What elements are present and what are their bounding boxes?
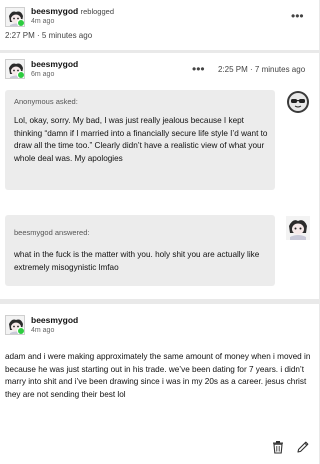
reblogged-label: reblogged <box>80 7 114 16</box>
pencil-icon[interactable] <box>296 440 310 454</box>
reply-relative-time: 4m ago <box>31 327 55 334</box>
reblog-relative-time: 4m ago <box>31 18 55 25</box>
asker-name: Anonymous <box>14 97 54 106</box>
ask-bubble: Anonymous asked: Lol, okay, sorry. My ba… <box>5 90 275 190</box>
post-timestamp[interactable]: 2:25 PM · 7 minutes ago <box>218 65 305 74</box>
anonymous-sunglasses-icon <box>286 90 310 114</box>
reply-username[interactable]: beesmygod <box>31 315 78 325</box>
online-badge <box>17 71 24 78</box>
avatar[interactable] <box>5 7 25 27</box>
answer-label: beesmygod answered: <box>14 228 89 237</box>
online-badge <box>17 19 24 26</box>
reblog-username[interactable]: beesmygod reblogged <box>31 6 114 16</box>
more-options-button[interactable]: ••• <box>291 10 304 22</box>
answer-text: what in the fuck is the matter with you.… <box>14 250 260 272</box>
avatar[interactable] <box>5 315 25 335</box>
ask-label: Anonymous asked: <box>14 97 78 106</box>
post-username[interactable]: beesmygod <box>31 59 78 69</box>
online-badge <box>17 327 24 334</box>
more-options-button[interactable]: ••• <box>192 63 205 75</box>
answer-bubble: beesmygod answered: what in the fuck is … <box>5 215 275 286</box>
asked-label: asked: <box>55 97 78 106</box>
reblog-header-card: beesmygod reblogged 4m ago 2:27 PM · 5 m… <box>0 0 319 50</box>
main-post-card: beesmygod 6m ago ••• 2:25 PM · 7 minutes… <box>0 53 319 299</box>
user-avatar[interactable] <box>286 216 310 240</box>
post-relative-time: 6m ago <box>31 71 55 78</box>
answered-label: answered: <box>54 228 90 237</box>
reblog-timestamp[interactable]: 2:27 PM · 5 minutes ago <box>5 31 92 40</box>
reply-post-card: beesmygod 4m ago adam and i were making … <box>0 304 319 464</box>
ask-text: Lol, okay, sorry. My bad, I was just rea… <box>14 116 268 163</box>
reply-text: adam and i were making approximately the… <box>5 352 311 399</box>
trash-icon[interactable] <box>271 440 285 454</box>
avatar[interactable] <box>5 59 25 79</box>
answerer-name: beesmygod <box>14 228 53 237</box>
reblog-username-text[interactable]: beesmygod <box>31 6 78 16</box>
